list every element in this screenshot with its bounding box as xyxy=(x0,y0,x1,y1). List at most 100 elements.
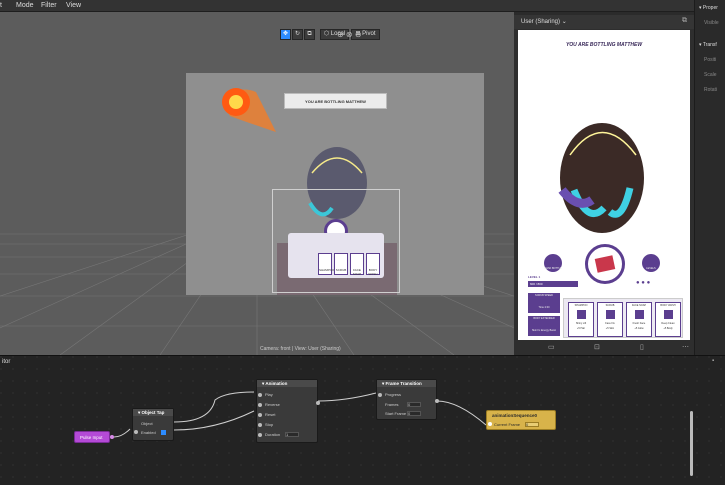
product-line1: Shiny Lift xyxy=(575,322,587,325)
video-icon[interactable]: ▭ xyxy=(548,343,555,351)
scale-tool-button[interactable]: ⧉ xyxy=(304,29,315,40)
viewport-caption: Camera: front | View: User (Sharing) xyxy=(260,346,341,352)
left-card-text: Skin Fx Energy Boost xyxy=(531,329,557,332)
animation-node[interactable]: ▾ Animation Play Reverse Reset Stop Dura… xyxy=(256,379,318,443)
more-icon[interactable]: ⋯ xyxy=(682,343,689,351)
left-card-1[interactable]: SCRUB SPEED Time 2:00 xyxy=(528,293,560,313)
product-card-scrub[interactable]: SCRUB Face Fix +5 Skin xyxy=(597,302,623,337)
device-icon[interactable]: ▯ xyxy=(640,343,644,351)
port-progress-dot[interactable] xyxy=(378,393,382,397)
port-reverse-dot[interactable] xyxy=(258,403,262,407)
animation-sequence-title: animationSequence0 xyxy=(492,413,538,418)
patch-editor-scrollbar[interactable] xyxy=(690,411,693,476)
pivot-label: Pivot xyxy=(362,31,376,37)
mask-bottle-button[interactable]: MASK BOTTLE xyxy=(542,252,564,274)
product-line2: +5 Glow xyxy=(634,327,644,330)
preview-title: User (Sharing) xyxy=(521,19,561,25)
port-stop: Stop xyxy=(265,422,274,427)
port-start-frame: Start Frame xyxy=(385,411,407,416)
transform-header-label: Transf xyxy=(702,42,717,48)
product-icon xyxy=(635,310,644,319)
fireball-icon xyxy=(222,88,276,132)
product-title: SHAMPOO xyxy=(574,304,588,307)
mask-bottle-label: MASK BOTTLE xyxy=(544,267,562,270)
frames-field[interactable]: 0 xyxy=(407,402,421,407)
port-progress: Progress xyxy=(385,392,402,397)
product-card-face-soap[interactable]: FACE SOAP Fresh Face +5 Glow xyxy=(626,302,652,337)
left-card-text: Time 2:00 xyxy=(538,306,550,309)
center-logo-badge xyxy=(585,244,625,284)
frame-transition-node[interactable]: ▾ Frame Transition Progress Frames 0 Sta… xyxy=(376,379,437,420)
popout-icon[interactable]: ⧉ xyxy=(682,17,687,25)
object-tap-node[interactable]: ▾ Object Tap Object Enabled xyxy=(132,408,174,441)
current-frame-dot[interactable] xyxy=(488,422,492,426)
product-title: BODY WASH xyxy=(660,304,676,307)
port-reset: Reset xyxy=(265,412,276,417)
property-visible[interactable]: Visible xyxy=(704,20,719,26)
port-play: Play xyxy=(265,392,273,397)
move-tool-button[interactable]: ✥ xyxy=(280,29,291,40)
pulse-node-label: Pulse Input xyxy=(80,435,103,440)
level-label: LEVEL 1 xyxy=(528,275,541,279)
menubar: t Mode Filter View xyxy=(0,0,725,12)
properties-header[interactable]: ▾ Proper xyxy=(699,5,718,11)
port-duration-dot[interactable] xyxy=(258,433,262,437)
frame-transition-output-port[interactable] xyxy=(435,399,439,403)
start-frame-field[interactable]: 0 xyxy=(407,411,421,416)
port-reverse: Reverse xyxy=(265,402,280,407)
rotate-tool-button[interactable]: ↻ xyxy=(292,29,303,40)
current-frame-field[interactable]: 0 xyxy=(525,422,539,427)
chevron-down-icon: ⌄ xyxy=(561,19,567,25)
frame-transition-title: Frame Transition xyxy=(385,381,422,386)
left-card-title: BODY EXTENDER xyxy=(533,317,555,320)
levels-label: LEVELS xyxy=(646,267,656,270)
capture-icon[interactable]: ⊡ xyxy=(594,343,600,351)
port-reset-dot[interactable] xyxy=(258,413,262,417)
products-panel: SHAMPOO Shiny Lift +5 Hair SCRUB Face Fi… xyxy=(563,298,683,338)
product-title: SCRUB xyxy=(605,304,615,307)
port-play-dot[interactable] xyxy=(258,393,262,397)
product-card-body-wash[interactable]: BODY WASH Deep Clean +5 Body xyxy=(655,302,681,337)
property-position[interactable]: Positi xyxy=(704,57,716,63)
pulse-output-port[interactable] xyxy=(110,435,114,439)
property-scale[interactable]: Scale xyxy=(704,72,717,78)
transform-header[interactable]: ▾ Transf xyxy=(699,42,717,48)
local-icon: ⬡ xyxy=(323,31,331,37)
product-line2: +5 Skin xyxy=(605,327,615,330)
enabled-checkbox[interactable] xyxy=(161,430,166,435)
phone-screen[interactable]: YOU ARE BOTTLING MATTHEW MASK BOTTLE LEV… xyxy=(518,30,690,340)
logo-mark xyxy=(594,255,616,273)
pulse-input-node[interactable]: Pulse Input xyxy=(74,431,110,443)
menu-item-partial[interactable]: t xyxy=(0,2,2,9)
port-current-frame: Current Frame xyxy=(494,422,521,427)
product-line2: +5 Body xyxy=(663,327,673,330)
port-object: Object xyxy=(141,421,153,426)
stage-banner: YOU ARE BOTTLING MATTHEW xyxy=(284,93,387,109)
patch-editor[interactable]: itor ▪ Pulse Input ▾ Object Tap Object E… xyxy=(0,355,725,485)
menu-view[interactable]: View xyxy=(66,2,81,9)
port-stop-dot[interactable] xyxy=(258,423,262,427)
stage-banner-text: YOU ARE BOTTLING MATTHEW xyxy=(305,99,366,104)
viewport[interactable]: ✥ ↻ ⧉ ⬡ Local ⊞ Pivot ⊕ ⊗ ⊖ YOU ARE BOTT… xyxy=(0,12,514,355)
object-tap-title: Object Tap xyxy=(141,410,165,415)
duration-field[interactable]: 1 xyxy=(285,432,299,437)
menu-filter[interactable]: Filter xyxy=(41,2,57,9)
port-duration: Duration xyxy=(265,432,281,437)
properties-header-label: Proper xyxy=(702,5,718,11)
product-icon xyxy=(664,310,673,319)
menu-mode[interactable]: Mode xyxy=(16,2,34,9)
product-icon xyxy=(606,310,615,319)
product-line1: Deep Clean xyxy=(661,322,675,325)
gizmo-icons: ⊕ ⊗ ⊖ xyxy=(337,30,362,39)
levels-button[interactable]: LEVELS xyxy=(640,252,662,274)
left-card-2[interactable]: BODY EXTENDER Skin Fx Energy Boost xyxy=(528,316,560,336)
product-card-shampoo[interactable]: SHAMPOO Shiny Lift +5 Hair xyxy=(568,302,594,337)
left-card-title: SCRUB SPEED xyxy=(535,294,553,297)
property-rotation[interactable]: Rotati xyxy=(704,87,717,93)
port-enabled-dot[interactable] xyxy=(134,430,138,434)
animation-sequence-node[interactable]: animationSequence0 Current Frame 0 xyxy=(486,410,556,430)
product-line1: Face Fix xyxy=(605,322,615,325)
progress-dots: ● ● ● xyxy=(636,280,651,286)
preview-device-select[interactable]: User (Sharing) ⌄ xyxy=(521,18,567,25)
animation-output-port[interactable] xyxy=(316,401,320,405)
